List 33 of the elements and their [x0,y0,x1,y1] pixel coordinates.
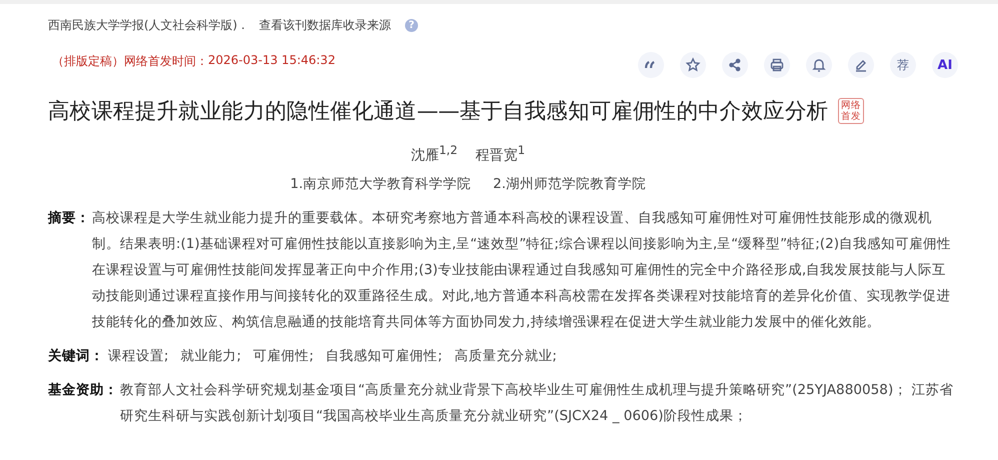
funding-text: 教育部人文社会科学研究规划基金项目“高质量充分就业背景下高校毕业生可雇佣性生成机理与提升策略研究”(25YJA880058)； 江苏省研究生科研与实践创新计划项目“我国高校毕业生高质量充分就业研究”(SJCX24 _ 0606)阶段性成果； [120,380,955,426]
ai-button[interactable]: AI [932,52,958,78]
author-name[interactable]: 程晋宽$^{1}$ [476,143,525,165]
affiliation[interactable]: 2.湖州师范学院教育学院 [493,174,646,193]
funding-label: 基金资助： [48,380,118,400]
abstract-label: 摘要： [48,208,90,228]
abstract-text: 高校课程是大学生就业能力提升的重要载体。本研究考察地方普通本科高校的课程设置、自我感知可雇佣性对可雇佣性技能形成的微观机制。结果表明:(1)基础课程对可雇佣性技能以直接影响为主,呈“速效型”特征;综合课程以间接影响为主,呈“缓释型”特征;(2)自我感知可雇佣性在课程设置与可雇佣性技能间发挥显著正向中介作用;(3)专业技能由课程通过自我感知可雇佣性的完全中介路径形成,自我发展技能与人际互动技能则通过课程直接作用与间接转化的双重路径生成。对此,地方普通本科高校需在发挥各类课程对技能培育的差异化价值、实现教学促进技能转化的叠加效应、构筑信息融通的技能培育共同体等方面协同发力,持续增强课程在促进大学生就业能力发展中的催化效能。 [92,208,952,332]
keyword-link[interactable]: 课程设置; [108,342,169,369]
bell-button[interactable] [806,52,832,78]
journal-name[interactable]: 西南民族大学学报(人文社会科学版) . [48,16,245,34]
publish-label: 网络首发时间： [124,52,208,70]
share-icon [727,57,743,73]
author-name[interactable]: 沈雁$^{1,2}$ [411,143,458,165]
keyword-link[interactable]: 自我感知可雇佣性; [326,342,442,369]
print-icon [769,57,785,73]
database-link[interactable]: 查看该刊数据库收录来源 [259,16,391,34]
affiliation[interactable]: 1.南京师范大学教育科学学院 [290,174,471,193]
recommend-button[interactable]: 荐 [890,52,916,78]
pen-button[interactable] [848,52,874,78]
article-title: 高校课程提升就业能力的隐性催化通道——基于自我感知可雇佣性的中介效应分析 [48,98,828,125]
keyword-link[interactable]: 就业能力; [180,342,242,369]
publish-time: 2026-03-13 15:46:32 [208,52,336,68]
star-icon [685,57,701,73]
bell-icon [811,57,827,73]
keywords-label: 关键词： [48,346,104,366]
star-button[interactable] [680,52,706,78]
quote-button[interactable] [638,52,664,78]
keyword-link[interactable]: 高质量充分就业; [454,342,557,369]
keyword-link[interactable]: 可雇佣性; [253,342,314,369]
print-button[interactable] [764,52,790,78]
share-button[interactable] [722,52,748,78]
online-first-badge: 网络 首发 [838,98,864,124]
publish-status: （排版定稿） [52,52,124,70]
